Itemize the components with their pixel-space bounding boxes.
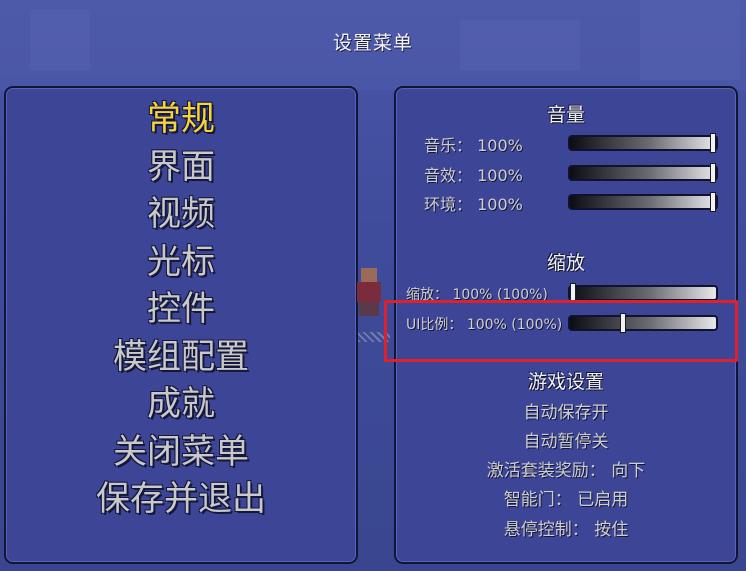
- ui-scale-label: UI比例： 100% (100%): [406, 317, 563, 333]
- music-volume-slider[interactable]: [568, 133, 718, 153]
- volume-heading: 音量: [546, 104, 585, 126]
- music-volume-row: 音乐： 100%: [396, 130, 736, 156]
- ambient-volume-row: 环境： 100%: [396, 189, 736, 215]
- sound-volume-label: 音效： 100%: [424, 166, 523, 185]
- ui-scale-row: UI比例： 100% (100%): [396, 310, 736, 336]
- sound-volume-row: 音效： 100%: [396, 160, 736, 186]
- page-title: 设置菜单: [332, 32, 413, 54]
- slider-knob[interactable]: [570, 283, 576, 303]
- autosave-toggle[interactable]: 自动保存开: [396, 398, 736, 423]
- menu-item-close-menu[interactable]: 关闭菜单: [6, 429, 356, 477]
- player-character: [355, 268, 383, 318]
- autopause-toggle[interactable]: 自动暂停关: [396, 427, 736, 452]
- menu-item-mod-config[interactable]: 模组配置: [6, 334, 356, 382]
- menu-item-interface[interactable]: 界面: [6, 144, 356, 192]
- chain-decoration: [358, 332, 390, 342]
- menu-item-video[interactable]: 视频: [6, 191, 356, 239]
- zoom-slider[interactable]: [568, 283, 718, 303]
- menu-item-cursor[interactable]: 光标: [6, 239, 356, 287]
- settings-category-panel: 常规 界面 视频 光标 控件 模组配置 成就 关闭菜单 保存并退出: [4, 86, 358, 564]
- hover-control-toggle[interactable]: 悬停控制： 按住: [396, 515, 736, 540]
- menu-item-controls[interactable]: 控件: [6, 286, 356, 334]
- slider-knob[interactable]: [620, 313, 627, 333]
- ambient-volume-label: 环境： 100%: [424, 195, 523, 214]
- menu-item-achievements[interactable]: 成就: [6, 381, 356, 429]
- menu-item-save-and-exit[interactable]: 保存并退出: [6, 476, 356, 524]
- settings-category-list: 常规 界面 视频 光标 控件 模组配置 成就 关闭菜单 保存并退出: [6, 96, 356, 524]
- game-settings-heading: 游戏设置: [527, 371, 604, 393]
- sound-volume-slider[interactable]: [568, 163, 718, 183]
- menu-item-general[interactable]: 常规: [6, 96, 356, 144]
- zoom-label: 缩放： 100% (100%): [406, 287, 548, 303]
- ambient-volume-slider[interactable]: [568, 192, 718, 212]
- slider-knob[interactable]: [710, 163, 716, 183]
- set-bonus-toggle[interactable]: 激活套装奖励： 向下: [396, 456, 736, 481]
- zoom-heading: 缩放: [546, 252, 585, 274]
- zoom-row: 缩放： 100% (100%): [396, 280, 736, 306]
- smart-door-toggle[interactable]: 智能门： 已启用: [396, 485, 736, 510]
- music-volume-label: 音乐： 100%: [424, 136, 523, 155]
- ui-scale-slider[interactable]: [568, 313, 718, 333]
- slider-knob[interactable]: [710, 192, 716, 212]
- slider-knob[interactable]: [710, 133, 716, 153]
- general-settings-panel: 音量 音乐： 100% 音效： 100% 环境： 100% 缩放 缩放： 100…: [394, 86, 738, 564]
